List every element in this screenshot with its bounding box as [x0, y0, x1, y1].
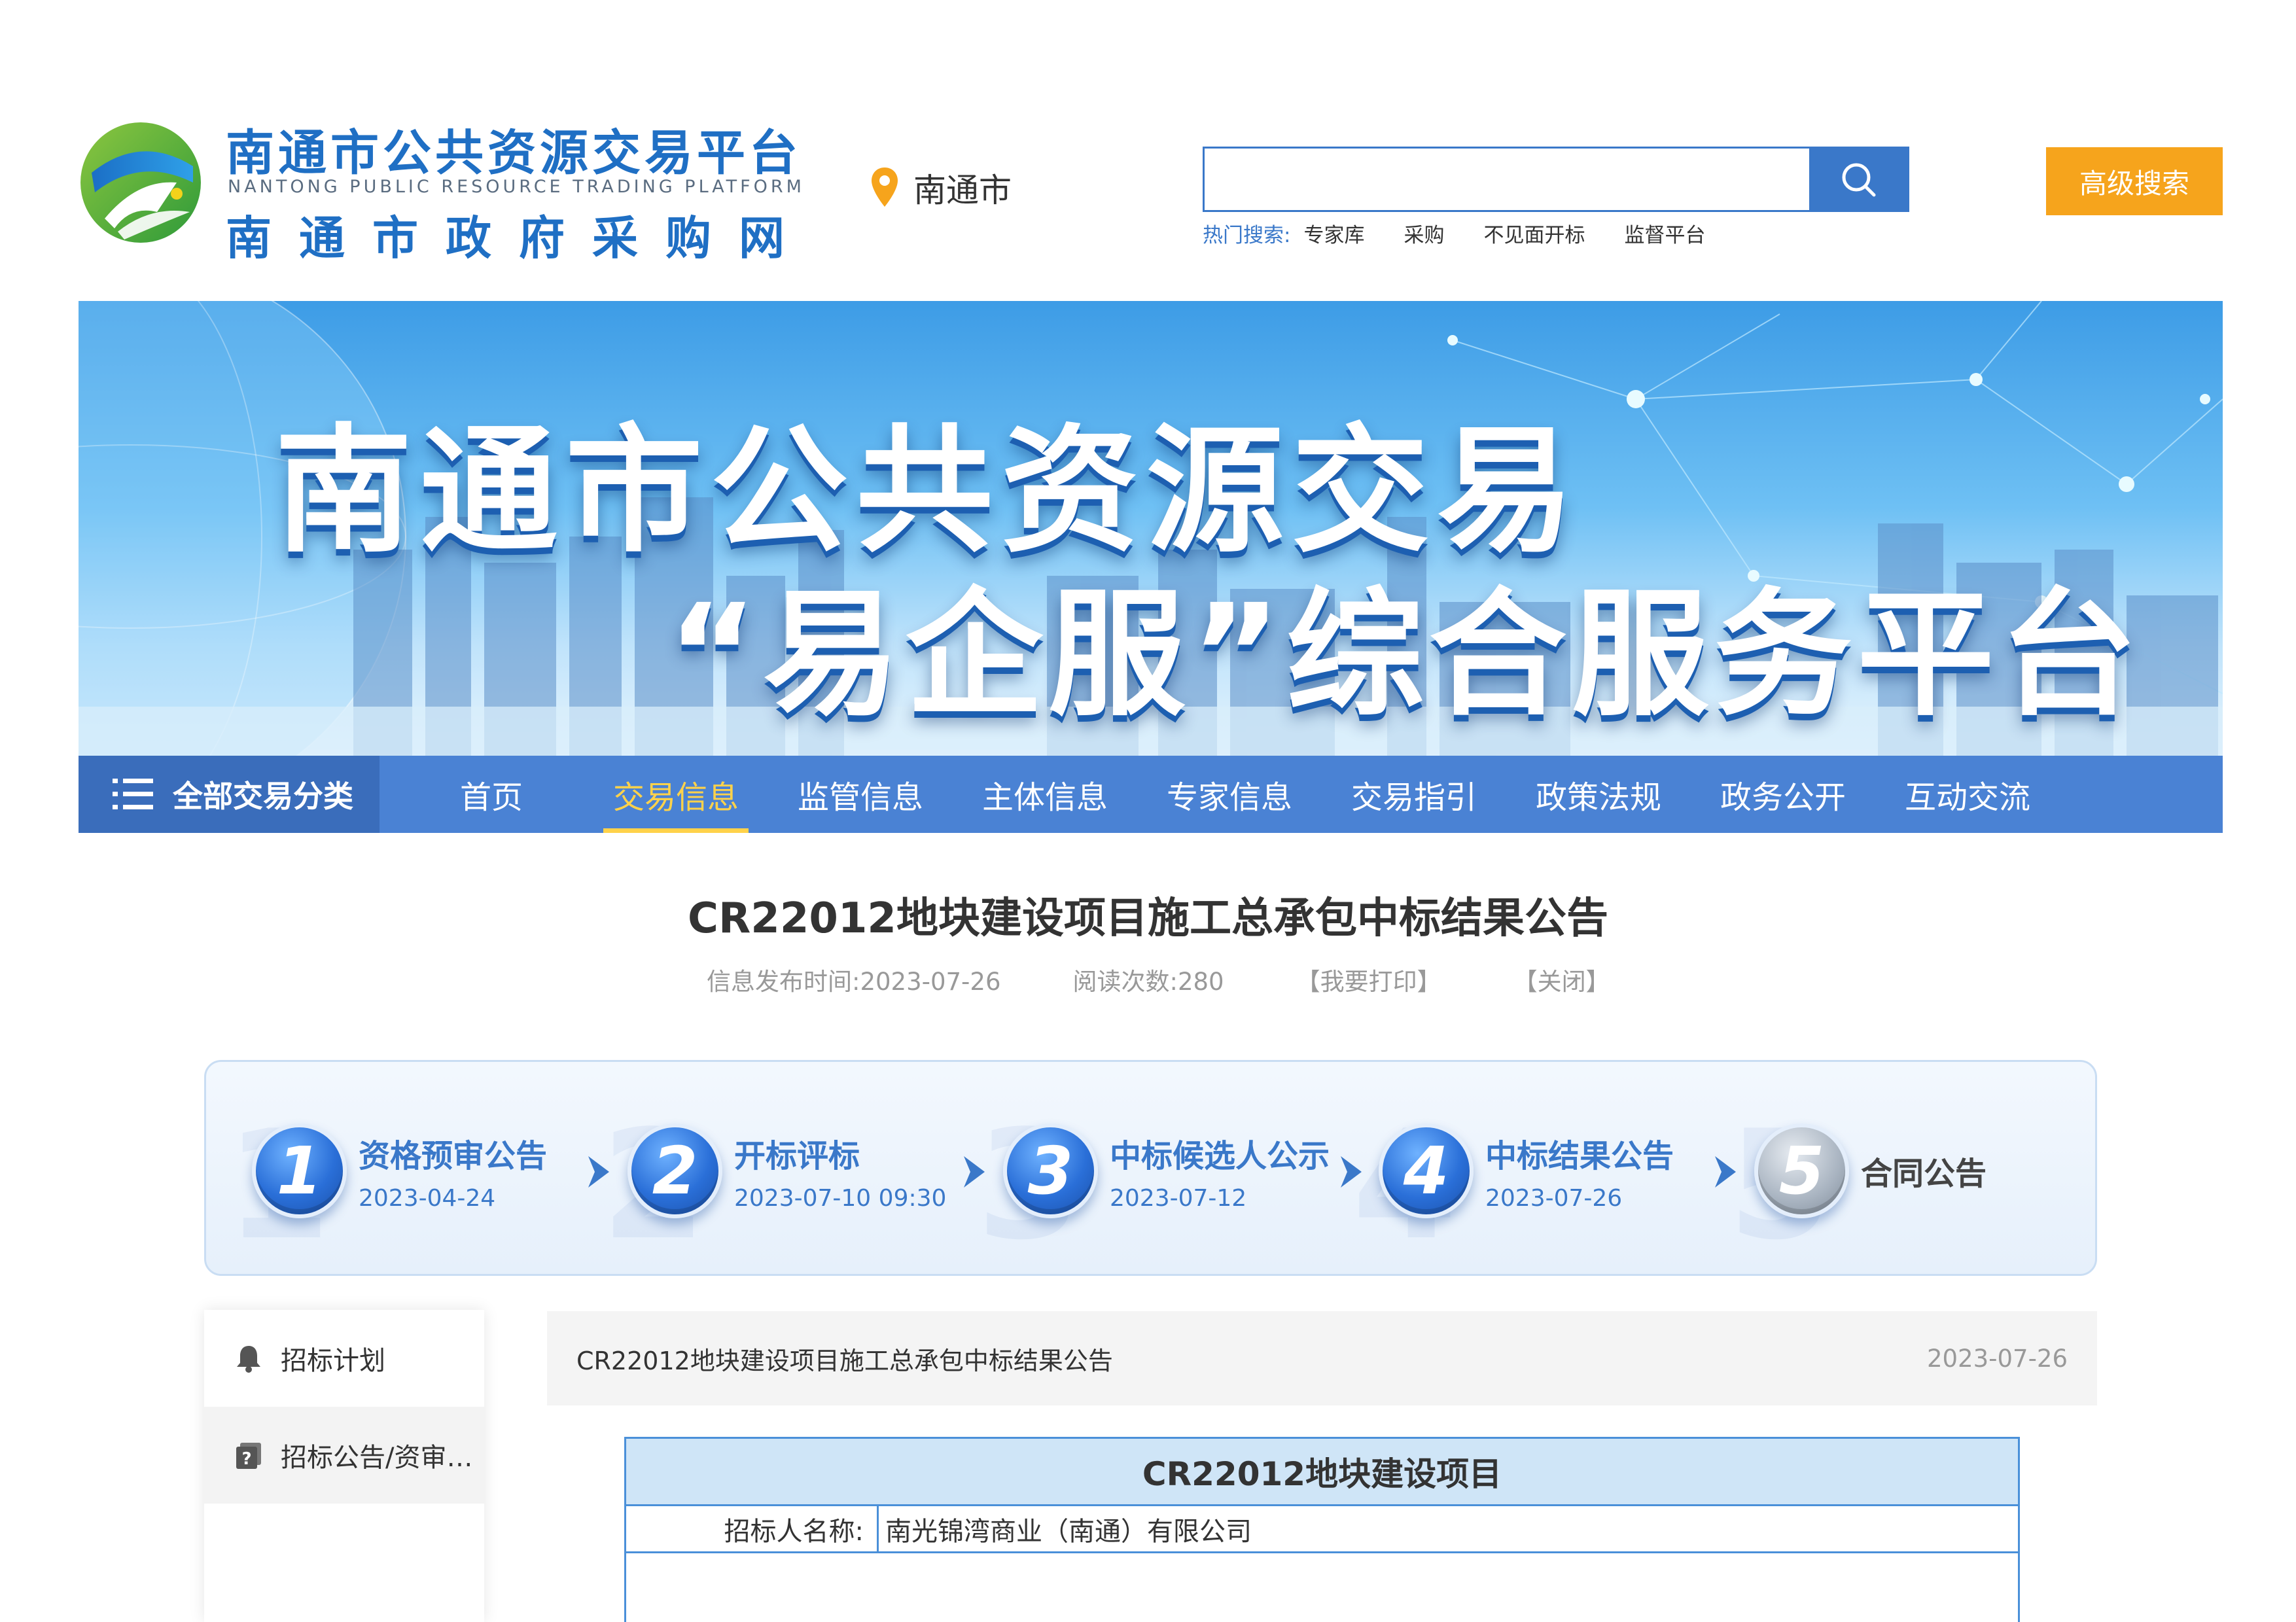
all-categories-button[interactable]: 全部交易分类: [79, 756, 380, 833]
question-doc-icon: ?: [236, 1443, 261, 1469]
sidebar-item-bid-notice[interactable]: ? 招标公告/资审…: [204, 1407, 484, 1504]
nav-item-gov-affairs[interactable]: 政务公开: [1691, 756, 1875, 833]
hot-search-item[interactable]: 监督平台: [1624, 219, 1705, 248]
nav-item-trading-info[interactable]: 交易信息: [584, 756, 768, 833]
site-logo[interactable]: 南通市公共资源交易平台 NANTONG PUBLIC RESOURCE TRAD…: [79, 111, 802, 265]
step-number-badge: 1: [252, 1123, 347, 1218]
step-date: 2023-07-12: [1110, 1184, 1247, 1212]
content-title: CR22012地块建设项目施工总承包中标结果公告: [576, 1346, 1113, 1375]
step-item[interactable]: 2 2 开标评标 2023-07-10 09:30: [601, 1099, 947, 1273]
print-link[interactable]: 【我要打印】: [1296, 962, 1441, 997]
city-selector[interactable]: 南通市: [870, 165, 1012, 211]
process-steps: 1 1 资格预审公告 2023-04-24 2 2 开标评标 2023-07-1…: [204, 1060, 2097, 1276]
result-table: CR22012地块建设项目 招标人名称: 南光锦湾商业（南通）有限公司: [624, 1437, 2020, 1622]
step-item[interactable]: 4 4 中标结果公告 2023-07-26: [1352, 1099, 1674, 1273]
step-item[interactable]: 1 1 资格预审公告 2023-04-24: [226, 1099, 548, 1273]
sidebar-item-bid-plan[interactable]: 招标计划: [204, 1310, 484, 1407]
sidebar: 招标计划 ? 招标公告/资审…: [204, 1310, 484, 1622]
hot-search-label: 热门搜索:: [1203, 224, 1291, 247]
nav-item-policy[interactable]: 政策法规: [1506, 756, 1691, 833]
logo-title: 南通市公共资源交易平台: [226, 125, 802, 181]
step-item: 5 5 合同公告: [1728, 1099, 1987, 1273]
content-header-bar: CR22012地块建设项目施工总承包中标结果公告 2023-07-26: [547, 1311, 2097, 1405]
search-box: [1203, 147, 1909, 212]
nav-item-home[interactable]: 首页: [399, 756, 584, 833]
step-name: 资格预审公告: [359, 1137, 548, 1174]
hot-search: 热门搜索: 专家库 采购 不见面开标 监督平台: [1203, 219, 1744, 248]
advanced-search-button[interactable]: 高级搜索: [2046, 147, 2223, 215]
publish-time: 信息发布时间:2023-07-26: [707, 968, 1001, 996]
logo-subtitle: 南通市政府采购网: [226, 211, 812, 265]
step-date: 2023-07-26: [1485, 1184, 1623, 1212]
step-number-badge: 3: [1003, 1123, 1098, 1218]
content-date: 2023-07-26: [1926, 1344, 2068, 1373]
step-name: 开标评标: [734, 1137, 860, 1174]
hot-search-item[interactable]: 采购: [1404, 219, 1444, 248]
banner-title-line2: “易企服”综合服务平台: [667, 574, 2143, 735]
table-title: CR22012地块建设项目: [626, 1439, 2018, 1506]
hot-search-item[interactable]: 专家库: [1303, 219, 1364, 248]
sidebar-item-label: 招标公告/资审…: [281, 1443, 473, 1473]
nav-items: 首页 交易信息 监管信息 主体信息 专家信息 交易指引 政策法规 政务公开 互动…: [380, 756, 2060, 833]
table-row-label: 招标人名称:: [626, 1506, 879, 1551]
location-pin-icon: [872, 167, 898, 207]
hot-search-item[interactable]: 不见面开标: [1483, 219, 1585, 248]
search-icon: [1842, 163, 1876, 197]
nav-item-interaction[interactable]: 互动交流: [1875, 756, 2060, 833]
svg-text:?: ?: [241, 1449, 251, 1469]
step-item[interactable]: 3 3 中标候选人公示 2023-07-12: [977, 1099, 1330, 1273]
article-meta: 信息发布时间:2023-07-26 阅读次数:280 【我要打印】 【关闭】: [707, 962, 1682, 997]
step-date: 2023-07-10 09:30: [734, 1184, 947, 1212]
close-link[interactable]: 【关闭】: [1513, 962, 1610, 997]
step-name: 中标候选人公示: [1110, 1137, 1330, 1174]
bell-icon: [237, 1346, 260, 1373]
logo-subtitle-en: NANTONG PUBLIC RESOURCE TRADING PLATFORM: [228, 177, 805, 197]
step-number-badge: 2: [627, 1123, 722, 1218]
step-number-badge: 5: [1754, 1123, 1849, 1218]
step-name: 合同公告: [1861, 1155, 1987, 1192]
search-input[interactable]: [1205, 149, 1813, 210]
table-row-value: 南光锦湾商业（南通）有限公司: [885, 1516, 1252, 1547]
page-title: CR22012地块建设项目施工总承包中标结果公告: [688, 894, 1608, 943]
list-icon: [113, 779, 153, 809]
read-count: 阅读次数:280: [1072, 968, 1224, 996]
step-date: 2023-04-24: [359, 1184, 496, 1212]
main-nav: 全部交易分类 首页 交易信息 监管信息 主体信息 专家信息 交易指引 政策法规 …: [79, 756, 2223, 833]
nav-item-trading-guide[interactable]: 交易指引: [1322, 756, 1506, 833]
city-label: 南通市: [913, 171, 1012, 209]
nav-item-supervision-info[interactable]: 监管信息: [768, 756, 953, 833]
hero-banner: 南通市公共资源交易 “易企服”综合服务平台: [79, 301, 2223, 759]
nav-item-entity-info[interactable]: 主体信息: [953, 756, 1137, 833]
sidebar-item-label: 招标计划: [281, 1346, 385, 1376]
table-row: 招标人名称: 南光锦湾商业（南通）有限公司: [626, 1506, 2018, 1553]
search-button[interactable]: [1809, 149, 1907, 210]
step-number-badge: 4: [1379, 1123, 1474, 1218]
site-header: 南通市公共资源交易平台 NANTONG PUBLIC RESOURCE TRAD…: [0, 0, 2296, 301]
all-categories-label: 全部交易分类: [173, 779, 353, 814]
nav-item-expert-info[interactable]: 专家信息: [1137, 756, 1322, 833]
logo-emblem-icon: [80, 122, 201, 243]
step-name: 中标结果公告: [1485, 1137, 1674, 1174]
